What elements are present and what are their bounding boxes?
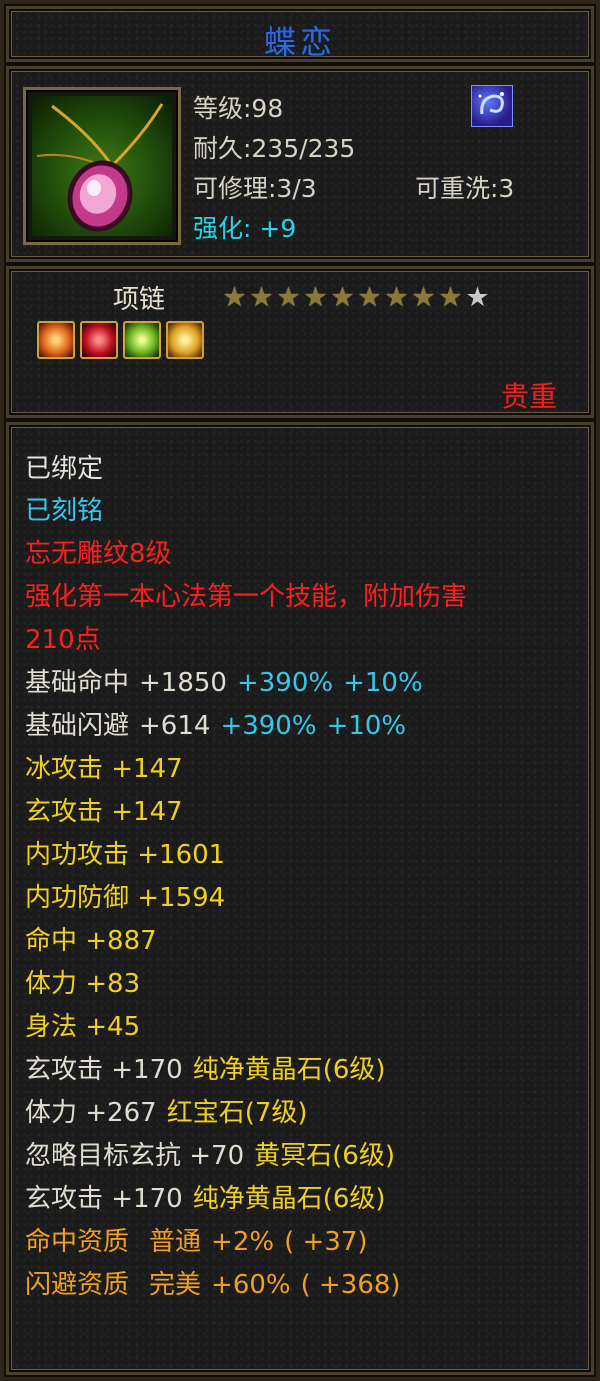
item-icon-frame [23,87,181,245]
base-stat-row: 基础闪避 +614 +390% +10% [25,710,406,742]
enhance-level-text: 强化: +9 [193,214,297,243]
item-type-panel: 项链 ★ ★ ★ ★ ★ ★ ★ ★ ★ ★ 贵重 [6,266,594,418]
pink-gem-necklace-icon [32,96,172,236]
engraving-name: 忘无雕纹8级 [25,539,172,569]
attribute-line: 玄攻击 +147 [25,797,183,827]
bound-status: 已绑定 [25,454,104,484]
star-rating: ★ ★ ★ ★ ★ ★ ★ ★ ★ ★ [221,282,491,313]
durability-text: 耐久:235/235 [193,134,356,163]
base-stat-bonus: +390% [236,668,334,698]
gem-stat-value: 忽略目标玄抗 +70 [25,1141,245,1171]
star-filled-icon: ★ [222,282,247,313]
attribute-line: 命中 +887 [25,926,157,956]
rewashable-text: 可重洗:3 [415,174,515,203]
repairable-text: 可修理:3/3 [193,174,317,203]
gem-sockets [37,321,209,359]
gem-stat-row: 玄攻击 +170 纯净黄晶石(6级) [25,1183,386,1215]
star-filled-icon: ★ [438,282,463,313]
gem-stat-row: 体力 +267 红宝石(7级) [25,1097,308,1129]
star-filled-icon: ★ [330,282,355,313]
base-stat-row: 基础命中 +1850 +390% +10% [25,667,423,699]
star-filled-icon: ★ [303,282,328,313]
aptitude-grade: 完美 [149,1270,202,1300]
yellow-gem-icon[interactable] [166,321,204,359]
aptitude-row: 命中资质 普通 +2% ( +37) [25,1226,368,1258]
gem-name: 纯净黄晶石(6级) [192,1055,386,1085]
aptitude-value: +60% [211,1270,291,1300]
star-filled-icon: ★ [357,282,382,313]
gem-stat-value: 玄攻击 +170 [25,1184,183,1214]
item-info-panel: 等级:98 耐久:235/235 可修理:3/3 可重洗:3 强化: +9 [6,66,594,262]
star-filled-icon: ★ [384,282,409,313]
star-filled-icon: ★ [411,282,436,313]
star-filled-icon: ★ [276,282,301,313]
gem-stat-value: 体力 +267 [25,1098,157,1128]
base-stat-value: +1850 [139,668,227,698]
attribute-line: 冰攻击 +147 [25,754,183,784]
base-stat-name: 基础闪避 [25,711,130,741]
red-gem-icon[interactable] [80,321,118,359]
gem-stat-row: 忽略目标玄抗 +70 黄冥石(6级) [25,1140,395,1172]
attribute-line: 体力 +83 [25,969,141,999]
green-gem-icon[interactable] [123,321,161,359]
engraving-effect-line1: 强化第一本心法第一个技能，附加伤害 [25,582,468,612]
gem-stat-value: 玄攻击 +170 [25,1055,183,1085]
rarity-label: 贵重 [500,380,557,413]
engraving-effect-line2: 210点 [25,625,101,655]
base-stat-bonus: +390% [220,711,317,741]
aptitude-name: 命中资质 [25,1227,130,1257]
aptitude-grade: 普通 [149,1227,202,1257]
attributes-panel: 已绑定 已刻铭 忘无雕纹8级 强化第一本心法第一个技能，附加伤害 210点 基础… [6,422,594,1375]
gem-name: 纯净黄晶石(6级) [192,1184,386,1214]
blue-swirl-badge-icon [471,85,513,127]
orange-gem-icon[interactable] [37,321,75,359]
level-text: 等级:98 [193,94,284,123]
aptitude-value: +2% [211,1227,275,1257]
aptitude-row: 闪避资质 完美 +60% ( +368) [25,1269,401,1301]
gem-stat-row: 玄攻击 +170 纯净黄晶石(6级) [25,1054,386,1086]
aptitude-extra: ( +37) [284,1227,368,1257]
base-stat-value: +614 [139,711,211,741]
gem-name: 红宝石(7级) [166,1098,308,1128]
aptitude-extra: ( +368) [300,1270,401,1300]
star-filled-icon: ★ [249,282,274,313]
base-stat-bonus: +10% [343,668,423,698]
attribute-line: 内功防御 +1594 [25,883,226,913]
item-type-label: 项链 [113,285,166,315]
title-bar: 蝶恋 [6,6,594,62]
attribute-line: 身法 +45 [25,1012,141,1042]
base-stat-bonus: +10% [326,711,407,741]
attribute-line: 内功攻击 +1601 [25,840,226,870]
base-stat-name: 基础命中 [25,668,130,698]
star-empty-icon: ★ [465,282,490,313]
gem-name: 黄冥石(6级) [254,1141,395,1171]
engraved-status: 已刻铭 [25,496,104,526]
item-name: 蝶恋 [263,23,336,61]
aptitude-name: 闪避资质 [25,1270,130,1300]
